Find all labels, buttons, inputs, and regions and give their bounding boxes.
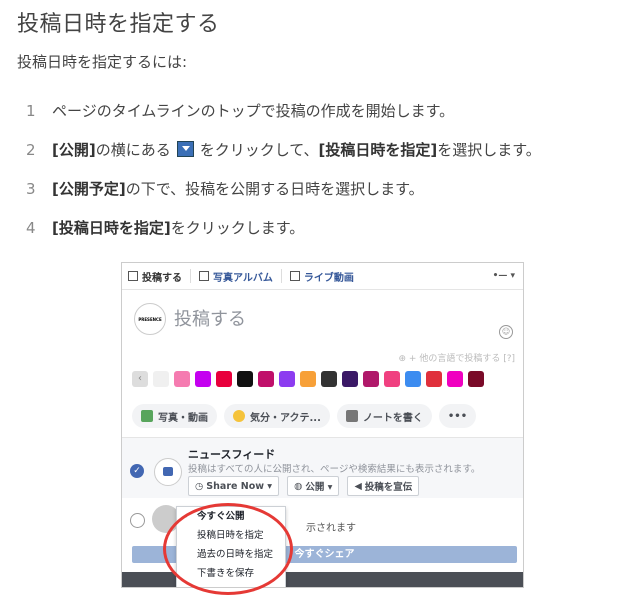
- color-swatch[interactable]: [174, 371, 190, 387]
- tab-label: 投稿する: [142, 272, 182, 284]
- page-title: 投稿日時を指定する: [17, 12, 220, 37]
- color-swatch[interactable]: [405, 371, 421, 387]
- color-swatch[interactable]: [258, 371, 274, 387]
- step-3: 3 [公開予定] の下で、投稿を公開する日時を選択します。: [26, 169, 541, 208]
- video-camera-icon: [289, 271, 300, 281]
- share-now-button[interactable]: ◷ Share Now ▾: [188, 476, 280, 496]
- color-swatch[interactable]: [216, 371, 232, 387]
- story-description: 示されます: [306, 523, 356, 534]
- share-now-label: Share Now ▾: [206, 480, 273, 492]
- color-swatch[interactable]: [363, 371, 379, 387]
- note-icon: [345, 410, 358, 422]
- color-swatch[interactable]: [468, 371, 484, 387]
- step-bold: [投稿日時を指定]: [52, 219, 171, 237]
- album-icon: [199, 271, 209, 281]
- color-swatch[interactable]: [384, 371, 400, 387]
- step-text: の横にある: [95, 141, 171, 159]
- swatch-collapse-icon[interactable]: ‹: [132, 371, 148, 387]
- step-number: 3: [26, 179, 36, 198]
- megaphone-icon: ◀: [354, 480, 362, 492]
- story-checkbox[interactable]: [130, 513, 145, 528]
- step-text: を選択します。: [437, 141, 541, 159]
- step-number: 1: [26, 101, 36, 120]
- globe-icon: ◍: [294, 480, 303, 492]
- dropdown-arrow-icon: [176, 140, 194, 157]
- more-button[interactable]: •••: [438, 404, 477, 428]
- write-note-button[interactable]: ノートを書く: [336, 404, 432, 428]
- newsfeed-checkbox[interactable]: ✓: [130, 464, 144, 478]
- smile-icon: [233, 410, 245, 422]
- color-swatch[interactable]: [279, 371, 295, 387]
- tab-album[interactable]: 写真アルバム: [199, 269, 273, 284]
- step-text: の下で、投稿を公開する日時を選択します。: [125, 180, 424, 198]
- tab-post[interactable]: 投稿する: [128, 269, 182, 284]
- color-swatch[interactable]: [153, 371, 169, 387]
- action-label: 気分・アクテ...: [250, 412, 321, 424]
- step-bold: [公開]: [52, 141, 96, 159]
- tab-live-video[interactable]: ライブ動画: [289, 269, 354, 284]
- newsfeed-option[interactable]: ✓ ニュースフィード 投稿はすべての人に公開され、ページや検索結果にも表示されま…: [122, 438, 523, 498]
- composer-tabs: 投稿する 写真アルバム ライブ動画 •— ▾: [122, 263, 523, 290]
- color-swatch[interactable]: [342, 371, 358, 387]
- step-text: をクリックします。: [170, 219, 305, 237]
- step-bold: [公開予定]: [52, 180, 126, 198]
- public-label: 公開 ▾: [305, 482, 333, 493]
- step-text: をクリックして、: [199, 141, 319, 159]
- tab-label: 写真アルバム: [213, 272, 273, 284]
- intro-text: 投稿日時を指定するには:: [17, 53, 188, 71]
- color-swatch[interactable]: [426, 371, 442, 387]
- promote-post-button[interactable]: ◀ 投稿を宣伝: [347, 476, 420, 496]
- multilang-link[interactable]: ⊕ + 他の言語で投稿する [?]: [399, 351, 515, 364]
- pencil-icon: [128, 271, 138, 281]
- promote-label: 投稿を宣伝: [364, 482, 413, 493]
- page-selector[interactable]: •— ▾: [493, 271, 515, 281]
- color-swatch[interactable]: [195, 371, 211, 387]
- action-label: 写真・動画: [158, 412, 208, 424]
- step-number: 2: [26, 140, 36, 159]
- color-swatch[interactable]: [237, 371, 253, 387]
- feeling-activity-button[interactable]: 気分・アクテ...: [224, 404, 330, 428]
- step-1: 1 ページのタイムラインのトップで投稿の作成を開始します。: [26, 91, 541, 130]
- newsfeed-description: 投稿はすべての人に公開され、ページや検索結果にも表示されます。: [188, 464, 481, 475]
- photo-video-button[interactable]: 写真・動画: [132, 404, 217, 428]
- more-icon: •••: [447, 410, 468, 422]
- tab-divider: [280, 269, 282, 283]
- emoji-icon[interactable]: ☺: [499, 325, 513, 339]
- step-number: 4: [26, 218, 36, 237]
- newsfeed-title: ニュースフィード: [188, 448, 276, 461]
- newsfeed-buttons: ◷ Share Now ▾ ◍ 公開 ▾ ◀ 投稿を宣伝: [188, 476, 427, 496]
- step-bold: [投稿日時を指定]: [318, 141, 438, 159]
- tab-divider: [190, 269, 191, 283]
- newsfeed-icon: [154, 458, 182, 486]
- color-swatch[interactable]: [321, 371, 337, 387]
- highlight-circle: [163, 503, 293, 595]
- composer[interactable]: PRESENCE 投稿する ☺: [132, 291, 513, 351]
- page-logo: PRESENCE: [134, 303, 166, 335]
- action-label: ノートを書く: [362, 412, 423, 424]
- step-text: ページのタイムラインのトップで投稿の作成を開始します。: [52, 102, 455, 120]
- color-swatch[interactable]: [447, 371, 463, 387]
- steps-list: 1 ページのタイムラインのトップで投稿の作成を開始します。 2 [公開] の横に…: [26, 91, 541, 247]
- photo-icon: [141, 410, 153, 422]
- composer-placeholder[interactable]: 投稿する: [174, 305, 246, 331]
- background-swatches: ‹: [132, 371, 489, 387]
- composer-actions: 写真・動画 気分・アクテ... ノートを書く •••: [132, 404, 483, 428]
- color-swatch[interactable]: [300, 371, 316, 387]
- public-button[interactable]: ◍ 公開 ▾: [287, 476, 340, 496]
- step-2: 2 [公開] の横にある をクリックして、 [投稿日時を指定] を選択します。: [26, 130, 541, 169]
- clock-icon: ◷: [195, 480, 204, 492]
- tab-label: ライブ動画: [303, 272, 354, 284]
- step-4: 4 [投稿日時を指定] をクリックします。: [26, 208, 541, 247]
